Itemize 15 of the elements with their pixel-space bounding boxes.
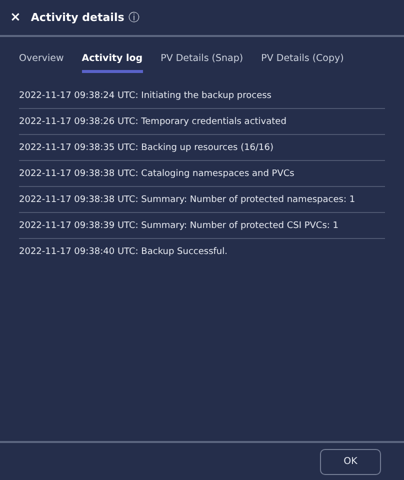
close-button[interactable]: × (8, 10, 23, 25)
log-entry: 2022-11-17 09:38:38 UTC: Summary: Number of protected namespaces: 1 (19, 194, 356, 204)
log-entry: 2022-11-17 09:38:26 UTC: Temporary credentials activated (19, 116, 286, 126)
tab[interactable]: Overview (19, 53, 64, 73)
log-entry: 2022-11-17 09:38:40 UTC: Backup Successful. (19, 246, 228, 256)
log-entry: 2022-11-17 09:38:35 UTC: Backing up resources (16/16) (19, 142, 274, 152)
log-entry: 2022-11-17 09:38:39 UTC: Summary: Number of protected CSI PVCs: 1 (19, 220, 339, 230)
info-icon[interactable]: ⓘ (128, 10, 140, 25)
tab[interactable]: PV Details (Copy) (261, 53, 344, 73)
log-entry: 2022-11-17 09:38:24 UTC: Initiating the backup process (19, 90, 272, 100)
tab[interactable]: PV Details (Snap) (160, 53, 244, 73)
ok-button[interactable]: OK (320, 448, 381, 474)
log-entry: 2022-11-17 09:38:38 UTC: Cataloging namespaces and PVCs (19, 168, 294, 178)
tab[interactable]: Activity log (82, 53, 143, 73)
dialog-title: Activity details (30, 11, 124, 24)
